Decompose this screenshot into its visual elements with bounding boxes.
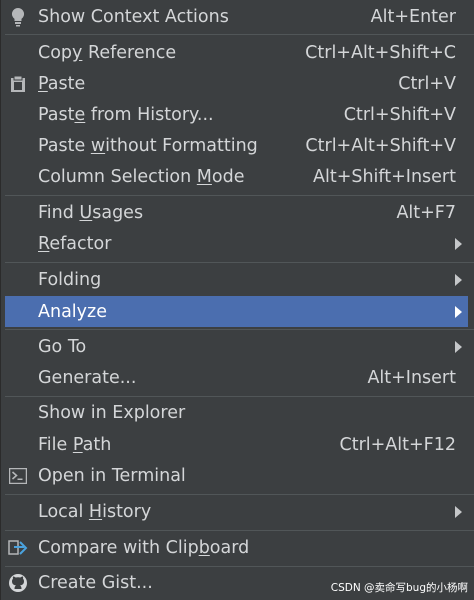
menu-item-shortcut: Ctrl+Alt+Shift+C (305, 43, 456, 63)
github-icon (8, 573, 28, 593)
context-menu: Show Context Actions Alt+Enter Copy Refe… (0, 0, 474, 600)
menu-item-shortcut: Ctrl+Alt+Shift+V (305, 136, 456, 156)
menu-item-label: Paste (38, 74, 86, 94)
menu-item-analyze[interactable]: Analyze (5, 296, 468, 327)
menu-item-label: Create Gist... (38, 573, 153, 593)
menu-item-label: Open in Terminal (38, 466, 186, 486)
menu-item-go-to[interactable]: Go To (5, 332, 468, 362)
menu-item-label: Go To (38, 337, 87, 357)
submenu-arrow-icon (455, 506, 462, 518)
menu-item-show-in-explorer[interactable]: Show in Explorer (5, 398, 468, 428)
menu-item-label: Refactor (38, 234, 112, 254)
submenu-arrow-icon (455, 341, 462, 353)
separator (5, 494, 474, 495)
menu-item-paste[interactable]: Paste Ctrl+V (5, 69, 468, 99)
menu-item-show-context-actions[interactable]: Show Context Actions Alt+Enter (5, 2, 468, 32)
menu-item-shortcut: Alt+Insert (367, 368, 456, 388)
menu-item-copy-reference[interactable]: Copy Reference Ctrl+Alt+Shift+C (5, 38, 468, 68)
compare-icon (8, 538, 28, 558)
menu-item-label: Show in Explorer (38, 403, 186, 423)
menu-item-shortcut: Alt+Enter (370, 7, 456, 27)
menu-item-column-selection-mode[interactable]: Column Selection Mode Alt+Shift+Insert (5, 162, 468, 192)
menu-item-find-usages[interactable]: Find Usages Alt+F7 (5, 198, 468, 228)
terminal-icon (8, 466, 28, 486)
menu-item-shortcut: Ctrl+V (398, 74, 456, 94)
menu-item-open-in-terminal[interactable]: Open in Terminal (5, 461, 468, 491)
menu-item-generate[interactable]: Generate... Alt+Insert (5, 363, 468, 393)
submenu-arrow-icon (455, 238, 462, 250)
menu-item-label: Column Selection Mode (38, 167, 245, 187)
clipboard-icon (8, 74, 28, 94)
menu-item-label: Show Context Actions (38, 7, 229, 27)
menu-item-label: Copy Reference (38, 43, 177, 63)
menu-item-local-history[interactable]: Local History (5, 497, 468, 527)
separator (5, 262, 474, 263)
watermark-text: CSDN @卖命写bug的小杨啊 (330, 582, 468, 594)
separator (5, 195, 474, 196)
submenu-arrow-icon (455, 305, 462, 318)
menu-item-label: Generate... (38, 368, 137, 388)
separator (5, 566, 474, 567)
separator (5, 34, 474, 35)
menu-item-label: Folding (38, 270, 102, 290)
menu-item-label: Local History (38, 502, 152, 522)
menu-item-shortcut: Alt+Shift+Insert (313, 167, 456, 187)
menu-item-shortcut: Ctrl+Alt+F12 (339, 435, 457, 455)
menu-item-shortcut: Alt+F7 (396, 203, 456, 223)
menu-item-label: Find Usages (38, 203, 144, 223)
menu-item-paste-without-formatting[interactable]: Paste without Formatting Ctrl+Alt+Shift+… (5, 131, 468, 161)
menu-item-refactor[interactable]: Refactor (5, 229, 468, 259)
menu-item-label: Compare with Clipboard (38, 538, 250, 558)
menu-item-label: File Path (38, 435, 112, 455)
separator (5, 396, 474, 397)
menu-item-label: Paste without Formatting (38, 136, 258, 156)
menu-item-folding[interactable]: Folding (5, 265, 468, 295)
menu-item-shortcut: Ctrl+Shift+V (343, 105, 456, 125)
menu-item-file-path[interactable]: File Path Ctrl+Alt+F12 (5, 430, 468, 460)
menu-item-compare-with-clipboard[interactable]: Compare with Clipboard (5, 533, 468, 563)
menu-item-paste-from-history[interactable]: Paste from History... Ctrl+Shift+V (5, 100, 468, 130)
menu-item-label: Paste from History... (38, 105, 214, 125)
submenu-arrow-icon (455, 274, 462, 286)
lightbulb-icon (8, 7, 28, 27)
separator (5, 530, 474, 531)
menu-item-label: Analyze (38, 301, 107, 322)
separator (5, 329, 474, 330)
